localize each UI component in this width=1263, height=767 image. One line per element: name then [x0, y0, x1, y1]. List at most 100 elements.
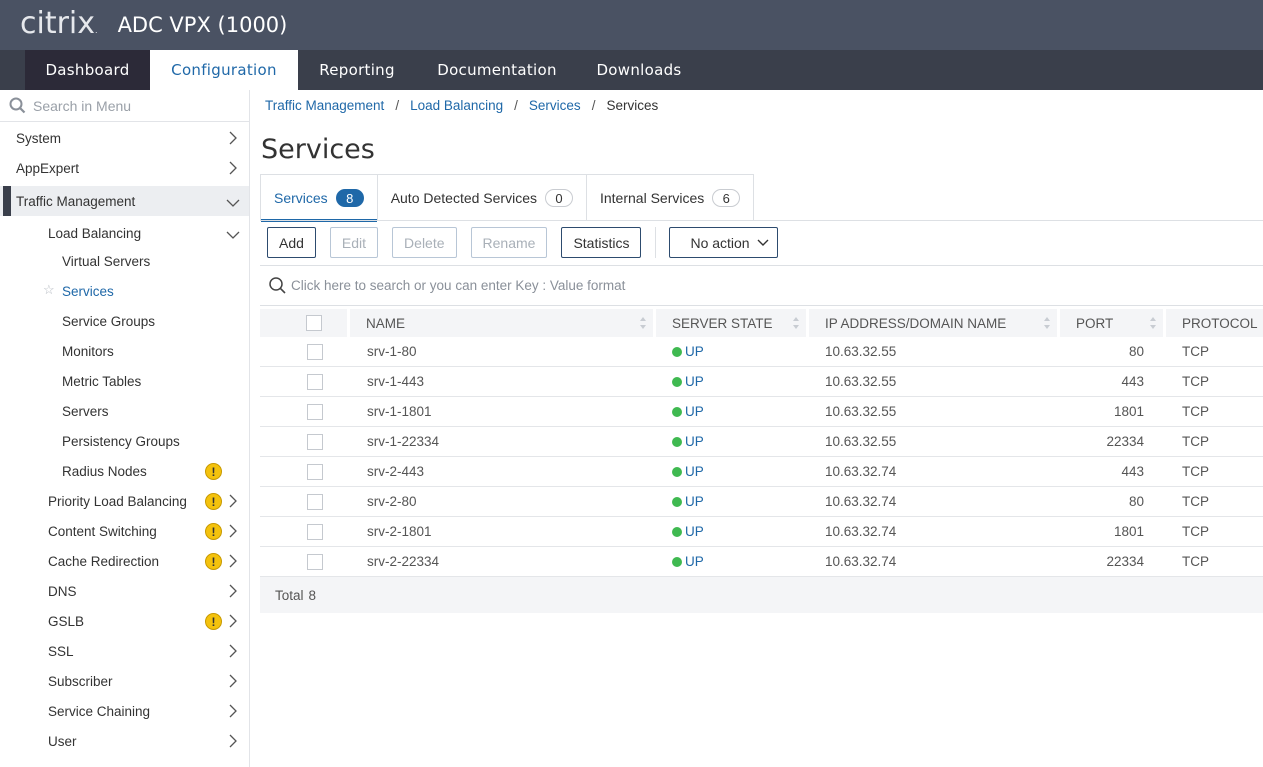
breadcrumb-current: Services [606, 98, 659, 113]
chevron-right-icon [229, 494, 237, 508]
rename-button[interactable]: Rename [470, 227, 548, 258]
action-select[interactable]: No action [669, 227, 778, 258]
citrix-logo[interactable]: citrix. [20, 9, 98, 39]
sort-icon [1150, 317, 1156, 329]
row-checkbox[interactable] [307, 463, 323, 480]
sidebar-item-user[interactable]: User [0, 726, 249, 756]
sidebar-item-label: Services [62, 283, 114, 299]
service-name[interactable]: srv-1-80 [350, 337, 653, 366]
select-all-checkbox[interactable] [305, 315, 322, 331]
tab-auto-detected-services[interactable]: Auto Detected Services 0 [378, 175, 587, 221]
statistics-button[interactable]: Statistics [561, 227, 642, 258]
sidebar-item-gslb[interactable]: GSLB! [0, 606, 249, 636]
sidebar-item-virtual-servers[interactable]: Virtual Servers [0, 246, 249, 276]
table-search-input[interactable]: Click here to search or you can enter Ke… [260, 265, 1263, 306]
row-select-cell [260, 547, 350, 576]
table-row[interactable]: srv-2-1801 UP 10.63.32.74 1801 TCP [260, 517, 1263, 547]
sidebar-item-system[interactable]: System [0, 123, 249, 153]
breadcrumb-services-link[interactable]: Services [529, 98, 581, 113]
row-checkbox[interactable] [307, 553, 323, 570]
table-row[interactable]: srv-2-22334 UP 10.63.32.74 22334 TCP [260, 547, 1263, 577]
sort-icon [640, 317, 646, 329]
sidebar-item-content-switching[interactable]: Content Switching! [0, 516, 249, 546]
row-select-cell [260, 367, 350, 396]
nav-tab-configuration[interactable]: Configuration [150, 50, 298, 90]
sidebar-item-cache-redirection[interactable]: Cache Redirection! [0, 546, 249, 576]
sidebar-item-traffic-management[interactable]: Traffic Management [0, 186, 249, 216]
star-icon[interactable]: ☆ [43, 282, 55, 298]
breadcrumb-separator: / [395, 98, 400, 113]
sidebar-item-label: DNS [48, 583, 77, 599]
breadcrumb-traffic-management[interactable]: Traffic Management [265, 98, 384, 113]
sidebar-item-service-groups[interactable]: Service Groups [0, 306, 249, 336]
sidebar-item-metric-tables[interactable]: Metric Tables [0, 366, 249, 396]
service-name[interactable]: srv-1-1801 [350, 397, 653, 426]
column-header-ip-address[interactable]: IP ADDRESS/DOMAIN NAME [809, 309, 1057, 337]
row-checkbox[interactable] [307, 493, 323, 510]
tab-services[interactable]: Services 8 [261, 175, 378, 222]
service-name[interactable]: srv-2-1801 [350, 517, 653, 546]
sidebar-item-monitors[interactable]: Monitors [0, 336, 249, 366]
sidebar-item-services[interactable]: ☆ Services [0, 276, 249, 306]
table-row[interactable]: srv-1-443 UP 10.63.32.55 443 TCP [260, 367, 1263, 397]
sidebar-item-load-balancing[interactable]: Load Balancing [0, 218, 249, 248]
server-state: UP [653, 367, 806, 396]
sidebar-item-dns[interactable]: DNS [0, 576, 249, 606]
sidebar-item-label: Load Balancing [48, 225, 142, 241]
delete-button[interactable]: Delete [392, 227, 457, 258]
sidebar-item-radius-nodes[interactable]: Radius Nodes! [0, 456, 249, 486]
sidebar-item-label: Subscriber [48, 673, 113, 689]
service-name[interactable]: srv-1-22334 [350, 427, 653, 456]
row-checkbox[interactable] [307, 373, 323, 390]
sidebar-item-appexpert[interactable]: AppExpert [0, 153, 249, 183]
row-checkbox[interactable] [307, 403, 323, 420]
column-header-server-state[interactable]: SERVER STATE [656, 309, 806, 337]
sidebar-item-ssl[interactable]: SSL [0, 636, 249, 666]
sidebar-item-service-chaining[interactable]: Service Chaining [0, 696, 249, 726]
sidebar-item-label: Priority Load Balancing [48, 493, 187, 509]
chevron-right-icon [229, 554, 237, 568]
table-row[interactable]: srv-2-443 UP 10.63.32.74 443 TCP [260, 457, 1263, 487]
table-header: NAME SERVER STATE IP ADDRESS/DOMAIN NAME… [260, 309, 1263, 337]
action-select-value: No action [690, 234, 750, 251]
service-name[interactable]: srv-1-443 [350, 367, 653, 396]
sidebar-item-label: Metric Tables [62, 373, 142, 389]
server-state: UP [653, 337, 806, 366]
port: 80 [1128, 494, 1144, 509]
menu-search-input[interactable]: Search in Menu [0, 90, 249, 122]
column-header-protocol[interactable]: PROTOCOL [1166, 309, 1263, 337]
table-row[interactable]: srv-2-80 UP 10.63.32.74 80 TCP [260, 487, 1263, 517]
nav-tab-documentation[interactable]: Documentation [416, 50, 578, 90]
ip-address: 10.63.32.74 [825, 464, 897, 479]
sidebar-item-subscriber[interactable]: Subscriber [0, 666, 249, 696]
row-checkbox[interactable] [307, 343, 323, 360]
edit-button[interactable]: Edit [329, 227, 379, 258]
nav-tab-downloads[interactable]: Downloads [578, 50, 700, 90]
breadcrumb-separator: / [514, 98, 518, 113]
status-up-icon [672, 496, 682, 507]
column-header-name[interactable]: NAME [350, 309, 653, 337]
port: 1801 [1113, 404, 1144, 419]
table-row[interactable]: srv-1-1801 UP 10.63.32.55 1801 TCP [260, 397, 1263, 427]
table-row[interactable]: srv-1-80 UP 10.63.32.55 80 TCP [260, 337, 1263, 367]
service-name[interactable]: srv-2-22334 [350, 547, 653, 576]
sidebar-item-servers[interactable]: Servers [0, 396, 249, 426]
row-checkbox[interactable] [307, 523, 323, 540]
column-header-port[interactable]: PORT [1060, 309, 1163, 337]
server-state: UP [653, 487, 806, 516]
sidebar-item-persistency-groups[interactable]: Persistency Groups [0, 426, 249, 456]
select-all-cell [260, 309, 347, 337]
server-state: UP [653, 547, 806, 576]
breadcrumb-load-balancing[interactable]: Load Balancing [410, 98, 503, 113]
service-name[interactable]: srv-2-80 [350, 487, 653, 516]
table-row[interactable]: srv-1-22334 UP 10.63.32.55 22334 TCP [260, 427, 1263, 457]
add-button[interactable]: Add [267, 227, 316, 258]
warning-icon: ! [205, 463, 222, 480]
service-name[interactable]: srv-2-443 [350, 457, 653, 486]
top-header: citrix. ADC VPX (1000) [0, 0, 1263, 50]
nav-tab-dashboard[interactable]: Dashboard [25, 50, 150, 90]
tab-internal-services[interactable]: Internal Services 6 [587, 175, 753, 221]
nav-tab-reporting[interactable]: Reporting [298, 50, 416, 90]
row-checkbox[interactable] [307, 433, 323, 450]
sidebar-item-priority-load-balancing[interactable]: Priority Load Balancing! [0, 486, 249, 516]
